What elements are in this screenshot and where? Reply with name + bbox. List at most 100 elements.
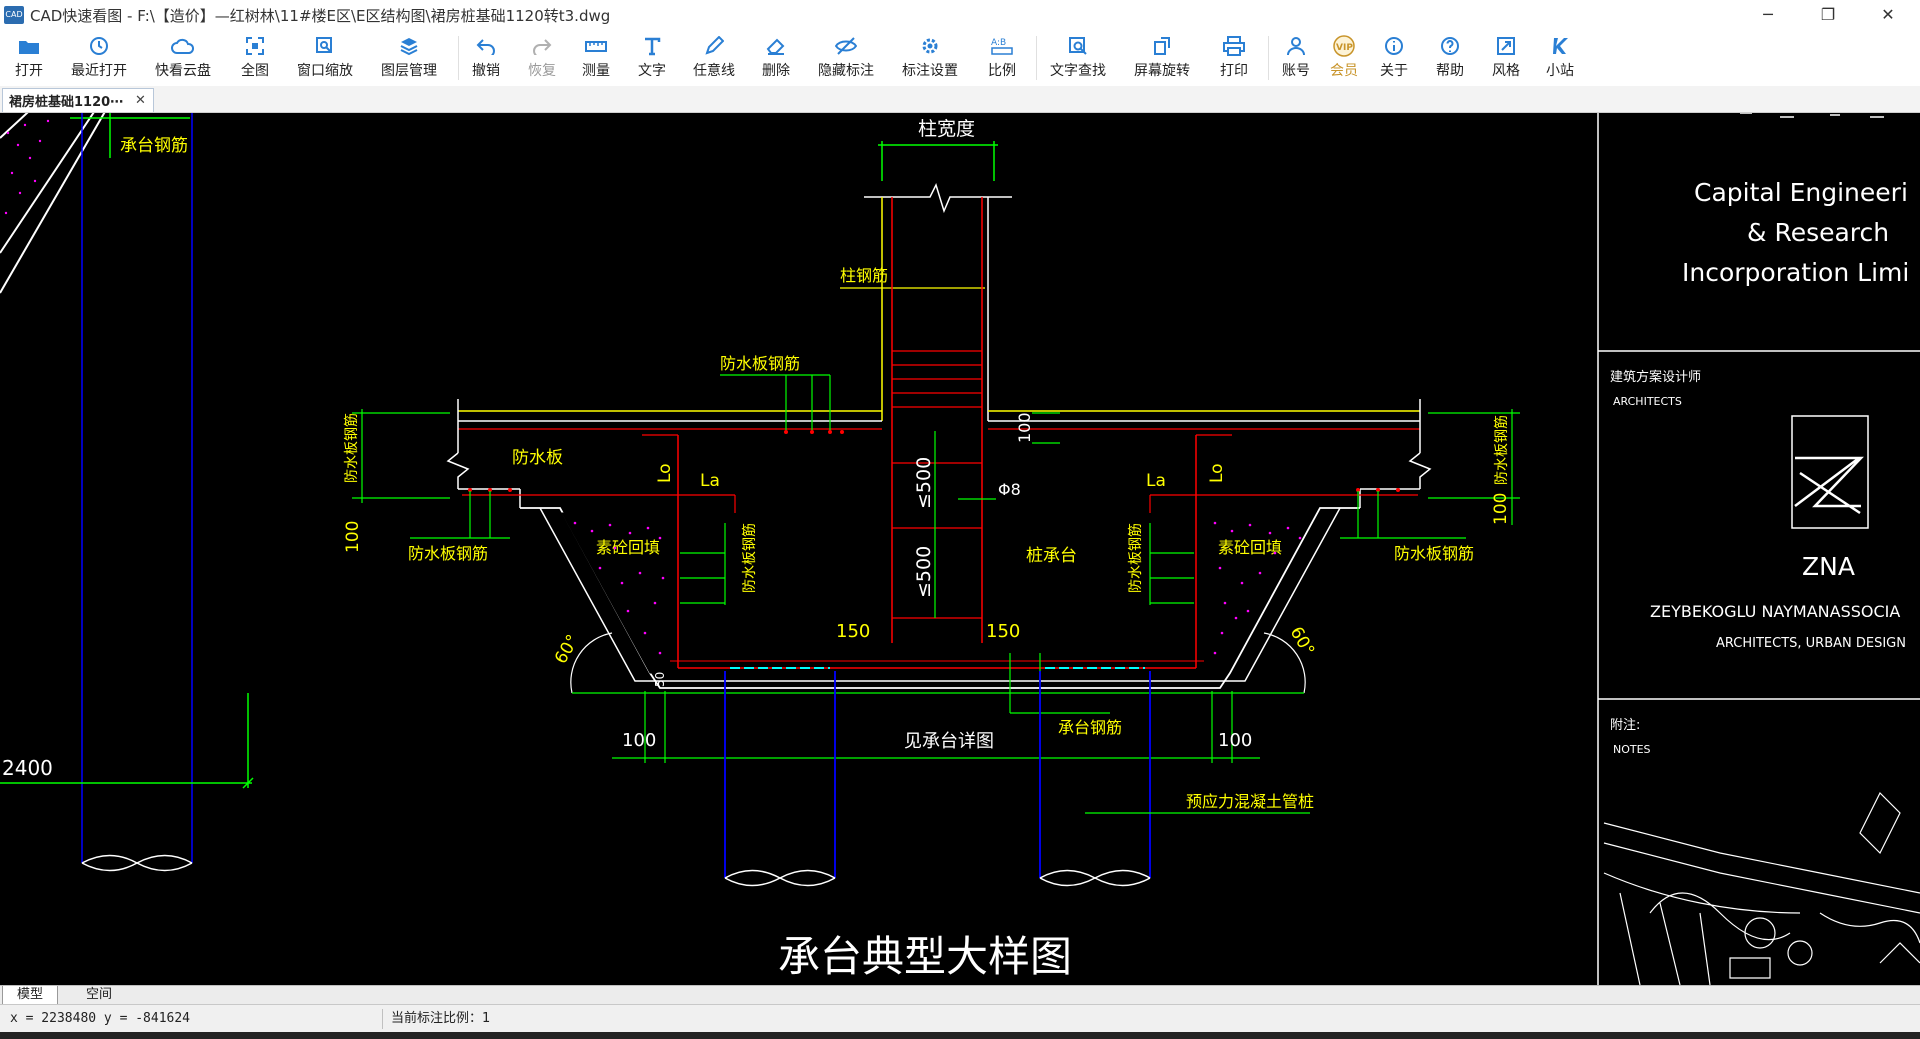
text-button[interactable]: 文字 [632,32,672,84]
eraser-icon [766,34,786,58]
drawing-title: 承台典型大样图 [778,932,1072,981]
folder-icon [18,34,40,58]
erase-button[interactable]: 删除 [756,32,796,84]
print-button[interactable]: 打印 [1214,32,1254,84]
dim-50-label: 50 [653,672,667,687]
architect-cn: 建筑方案设计师 [1610,369,1701,385]
waterproof-board-label: 防水板 [512,448,563,468]
pile-cap-label: 桩承台 [1026,546,1077,566]
toolbar: 打开 最近打开 快看云盘 全图 窗口缩放 图层管理 撤销 恢复 测量 文字 任意… [0,30,1920,87]
dim-100-right-label: 100 [1491,493,1511,525]
info-icon [1384,34,1404,58]
svg-text:VIP: VIP [1336,43,1353,53]
pen-icon [704,34,724,58]
close-tab-icon[interactable]: ✕ [135,93,146,108]
dim-100-left-label: 100 [343,521,363,553]
recent-label: 最近打开 [71,63,127,79]
window-zoom-button[interactable]: 窗口缩放 [290,32,360,84]
bottom-strip [0,1032,1920,1039]
dim-settings-button[interactable]: 标注设置 [898,32,962,84]
cad-canvas[interactable]: 承台钢筋 2400 柱宽度 柱钢筋 防水板钢筋 防水板 防水板钢筋 100 防水… [0,113,1920,985]
rotate-screen-button[interactable]: 屏幕旋转 [1130,32,1194,84]
lo-right-label: Lo [1207,463,1227,483]
backfill-left-label: 素砼回填 [596,538,660,557]
layers-button[interactable]: 图层管理 [374,32,444,84]
fit-all-button[interactable]: 全图 [232,32,278,84]
site-icon [1550,34,1570,58]
account-label: 账号 [1282,63,1310,79]
scale-icon: A:B [990,34,1014,58]
about-button[interactable]: 关于 [1374,32,1414,84]
help-icon [1440,34,1460,58]
cloud-button[interactable]: 快看云盘 [148,32,218,84]
toolbar-separator [458,36,459,80]
architect-en: ARCHITECTS [1613,395,1682,408]
measure-button[interactable]: 测量 [576,32,616,84]
text-label: 文字 [638,63,666,79]
layers-icon [399,34,419,58]
status-bar: x = 2238480 y = -841624 当前标注比例：1 [0,1004,1920,1033]
toolbar-separator [1036,36,1037,80]
paper-space-tab[interactable]: 空间 [72,986,126,1004]
scale-button[interactable]: A:B 比例 [982,32,1022,84]
member-button[interactable]: VIP 会员 [1324,32,1364,84]
dim-150-left-label: 150 [836,621,870,642]
waterproof-rebar-in-left-label: 防水板钢筋 [741,523,758,593]
maximize-button[interactable]: ❐ [1798,0,1858,30]
spacing-500b-label: ≤500 [913,546,935,598]
model-tab[interactable]: 模型 [2,986,59,1005]
redo-button[interactable]: 恢复 [522,32,562,84]
printer-icon [1223,34,1245,58]
backfill-right-label: 素砼回填 [1218,538,1282,557]
undo-button[interactable]: 撤销 [466,32,506,84]
find-text-button[interactable]: 文字查找 [1046,32,1110,84]
notes-cn: 附注: [1610,718,1640,733]
dim-150-right-label: 150 [986,621,1020,642]
document-tab-label: 裙房桩基础1120⋯ [9,95,124,110]
minimize-button[interactable]: ─ [1738,0,1798,30]
dim-100-br-label: 100 [1218,730,1252,751]
dimension-scale-status: 当前标注比例：1 [382,1009,642,1029]
company-line2: & Research [1747,218,1889,247]
waterproof-rebar-vert-left-label: 防水板钢筋 [343,413,360,483]
column-rebar-label: 柱钢筋 [840,266,888,285]
waterproof-rebar-left-label: 防水板钢筋 [408,544,488,563]
open-button[interactable]: 打开 [6,32,52,84]
toolbar-separator [1268,36,1269,80]
fit-all-label: 全图 [241,63,269,79]
site-button[interactable]: 小站 [1540,32,1580,84]
recent-button[interactable]: 最近打开 [64,32,134,84]
style-icon [1496,34,1516,58]
document-tab[interactable]: 裙房桩基础1120⋯ ✕ [2,88,154,112]
freehand-label: 任意线 [693,63,735,79]
notes-en: NOTES [1613,743,1651,756]
waterproof-rebar-top-label: 防水板钢筋 [720,354,800,373]
dim-100-bl-label: 100 [622,730,656,751]
firm-name: ZEYBEKOGLU NAYMANASSOCIA [1650,602,1900,621]
freehand-button[interactable]: 任意线 [688,32,740,84]
svg-text:A:B: A:B [991,38,1006,48]
close-window-button[interactable]: ✕ [1858,0,1918,30]
style-label: 风格 [1492,63,1520,79]
help-button[interactable]: 帮助 [1430,32,1470,84]
firm-sub: ARCHITECTS, URBAN DESIGN [1716,636,1906,651]
prestressed-pile-label: 预应力混凝土管桩 [1186,792,1314,811]
cap-rebar-label: 承台钢筋 [1058,718,1122,737]
account-button[interactable]: 账号 [1276,32,1316,84]
window-zoom-label: 窗口缩放 [297,63,353,79]
undo-label: 撤销 [472,63,500,79]
app-icon: CAD [4,6,24,24]
la-left-label: La [700,471,720,491]
erase-label: 删除 [762,63,790,79]
search-text-icon [1068,34,1088,58]
measure-label: 测量 [582,63,610,79]
scale-label: 比例 [988,63,1016,79]
help-label: 帮助 [1436,63,1464,79]
cloud-label: 快看云盘 [155,63,211,79]
cap-detail-label: 见承台详图 [904,731,994,752]
text-icon [642,34,662,58]
hide-dims-button[interactable]: 隐藏标注 [814,32,878,84]
undo-icon [476,34,496,58]
lo-left-label: Lo [655,463,675,483]
style-button[interactable]: 风格 [1486,32,1526,84]
